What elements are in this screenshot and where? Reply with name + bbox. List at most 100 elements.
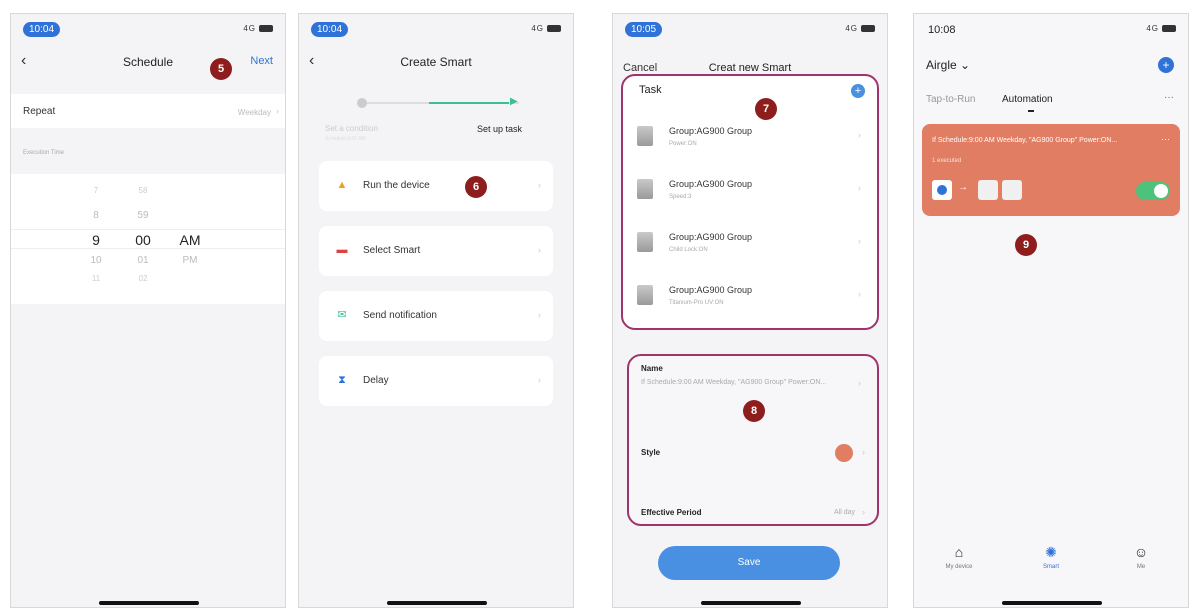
arrow-right-icon: → xyxy=(958,182,968,193)
select-smart-option[interactable]: ▬ Select Smart › xyxy=(319,226,553,276)
arrow-right-icon: ▶ xyxy=(510,96,518,107)
next-button[interactable]: Next xyxy=(250,55,273,67)
active-tab-indicator xyxy=(1028,110,1034,112)
signal-label: 4G xyxy=(243,24,256,33)
picker-minute-selected[interactable]: 00 xyxy=(128,232,158,248)
task-item[interactable]: Group:AG900 Group Titanium-Pro UV:ON › xyxy=(623,271,877,323)
tab-label: Me xyxy=(1136,564,1146,570)
task-name: Group:AG900 Group xyxy=(669,179,753,189)
settings-section: Name If Schedule:9:00 AM Weekday, "AG900… xyxy=(627,354,879,526)
battery-icon xyxy=(861,25,875,33)
status-time: 10:04 xyxy=(23,22,61,37)
step-condition-summary: Schedule:9:00 AM xyxy=(325,136,366,142)
nav-bar: ‹ Schedule Next xyxy=(11,50,285,74)
status-bar: 10:08 4G xyxy=(914,14,1188,44)
page-title: Schedule xyxy=(122,55,174,69)
chevron-right-icon: › xyxy=(862,507,865,517)
step-badge: 6 xyxy=(465,176,487,198)
status-time: 10:05 xyxy=(625,22,663,37)
battery-icon xyxy=(547,25,561,33)
bulb-icon: ▲ xyxy=(336,179,348,191)
task-item[interactable]: Group:AG900 Group Speed:3 › xyxy=(623,165,877,217)
chevron-right-icon: › xyxy=(858,236,861,246)
stepper-dot xyxy=(357,98,367,108)
smart-icon: ▬ xyxy=(336,244,348,256)
tab-label: Smart xyxy=(1042,564,1059,570)
chevron-right-icon: › xyxy=(538,375,541,385)
step-badge: 8 xyxy=(743,400,765,422)
chevron-right-icon: › xyxy=(858,183,861,193)
toggle-knob xyxy=(1154,184,1168,198)
picker-ampm-selected[interactable]: AM xyxy=(175,232,205,248)
picker-hour-selected[interactable]: 9 xyxy=(81,232,111,248)
chevron-right-icon: › xyxy=(862,447,865,457)
automation-list-screen: 10:08 4G Airgle ⌄ + Tap-to-Run Automatio… xyxy=(913,13,1189,608)
status-bar: 10:05 4G xyxy=(613,14,887,44)
task-detail: Speed:3 xyxy=(669,194,692,200)
task-name: Group:AG900 Group xyxy=(669,285,753,295)
schedule-screen: 10:04 4G ‹ Schedule Next 5 Repeat Weekda… xyxy=(10,13,286,608)
status-time: 10:08 xyxy=(928,24,956,36)
add-task-icon[interactable]: + xyxy=(851,84,865,98)
step-set-condition: Set a condition xyxy=(325,124,378,133)
time-picker[interactable]: 7 8 9 10 11 58 59 00 01 02 AM PM xyxy=(11,174,285,304)
delay-option[interactable]: ⧗ Delay › xyxy=(319,356,553,406)
execution-time-label: Execution Time xyxy=(23,150,65,156)
status-time: 10:04 xyxy=(311,22,349,37)
home-name: Airgle xyxy=(926,58,957,72)
effective-period-label: Effective Period xyxy=(641,508,702,517)
tab-smart[interactable]: ✺ Smart xyxy=(1026,544,1076,570)
automation-toggle[interactable] xyxy=(1136,182,1170,200)
cancel-button[interactable]: Cancel xyxy=(623,62,657,74)
option-label: Send notification xyxy=(363,310,437,321)
tab-my-device[interactable]: ⌂ My device xyxy=(934,544,984,570)
effective-period-value[interactable]: All day xyxy=(834,509,855,516)
repeat-row[interactable]: Repeat Weekday › xyxy=(11,94,285,128)
automation-subtitle: 1 executed xyxy=(932,158,962,164)
tab-me[interactable]: ☺ Me xyxy=(1116,544,1166,570)
new-smart-screen: 10:05 4G Cancel Creat new Smart Task + 7… xyxy=(612,13,888,608)
task-item[interactable]: Group:AG900 Group Power:ON › xyxy=(623,112,877,164)
automation-card[interactable]: If Schedule:9:00 AM Weekday, "AG900 Grou… xyxy=(922,124,1180,216)
nav-bar: ‹ Create Smart xyxy=(299,50,573,74)
chevron-down-icon: ⌄ xyxy=(960,58,971,72)
profile-icon: ☺ xyxy=(1133,544,1149,560)
picker-minute: 02 xyxy=(138,274,148,283)
send-notification-option[interactable]: ✉ Send notification › xyxy=(319,291,553,341)
save-button[interactable]: Save xyxy=(658,546,840,580)
repeat-value: Weekday xyxy=(237,108,271,117)
tab-automation[interactable]: Automation xyxy=(1002,94,1053,105)
signal-indicator: 4G xyxy=(243,24,273,33)
picker-minute: 01 xyxy=(137,255,149,266)
task-detail: Power:ON xyxy=(669,141,697,147)
status-bar: 10:04 4G xyxy=(299,14,573,44)
chevron-right-icon: › xyxy=(858,378,861,388)
style-label: Style xyxy=(641,448,661,457)
add-icon[interactable]: + xyxy=(1158,57,1174,73)
name-value[interactable]: If Schedule:9:00 AM Weekday, "AG900 Grou… xyxy=(641,378,841,388)
page-title: Creat new Smart xyxy=(708,62,792,74)
home-indicator xyxy=(99,601,199,605)
more-icon[interactable]: ··· xyxy=(1164,92,1174,103)
step-badge: 9 xyxy=(1015,234,1037,256)
create-smart-screen: 10:04 4G ‹ Create Smart ▶ Set a conditio… xyxy=(298,13,574,608)
smart-icon: ✺ xyxy=(1045,544,1057,560)
step-set-task: Set up task xyxy=(477,124,523,134)
task-item[interactable]: Group:AG900 Group Child Lock:ON › xyxy=(623,218,877,270)
more-icon[interactable]: ··· xyxy=(1161,134,1170,144)
chevron-right-icon: › xyxy=(858,289,861,299)
option-label: Delay xyxy=(363,375,389,386)
home-indicator xyxy=(1002,601,1102,605)
task-header: Task xyxy=(639,84,662,96)
tab-tap-to-run[interactable]: Tap-to-Run xyxy=(926,94,975,105)
home-selector[interactable]: Airgle ⌄ xyxy=(926,58,970,72)
home-indicator xyxy=(387,601,487,605)
task-name: Group:AG900 Group xyxy=(669,232,753,242)
signal-label: 4G xyxy=(845,24,858,33)
run-device-option[interactable]: ▲ Run the device › xyxy=(319,161,553,211)
automation-summary: If Schedule:9:00 AM Weekday, "AG900 Grou… xyxy=(932,137,1118,144)
style-color-swatch[interactable] xyxy=(835,444,853,462)
stepper-track xyxy=(359,102,519,104)
home-icon: ⌂ xyxy=(954,544,964,560)
option-label: Run the device xyxy=(363,180,430,191)
